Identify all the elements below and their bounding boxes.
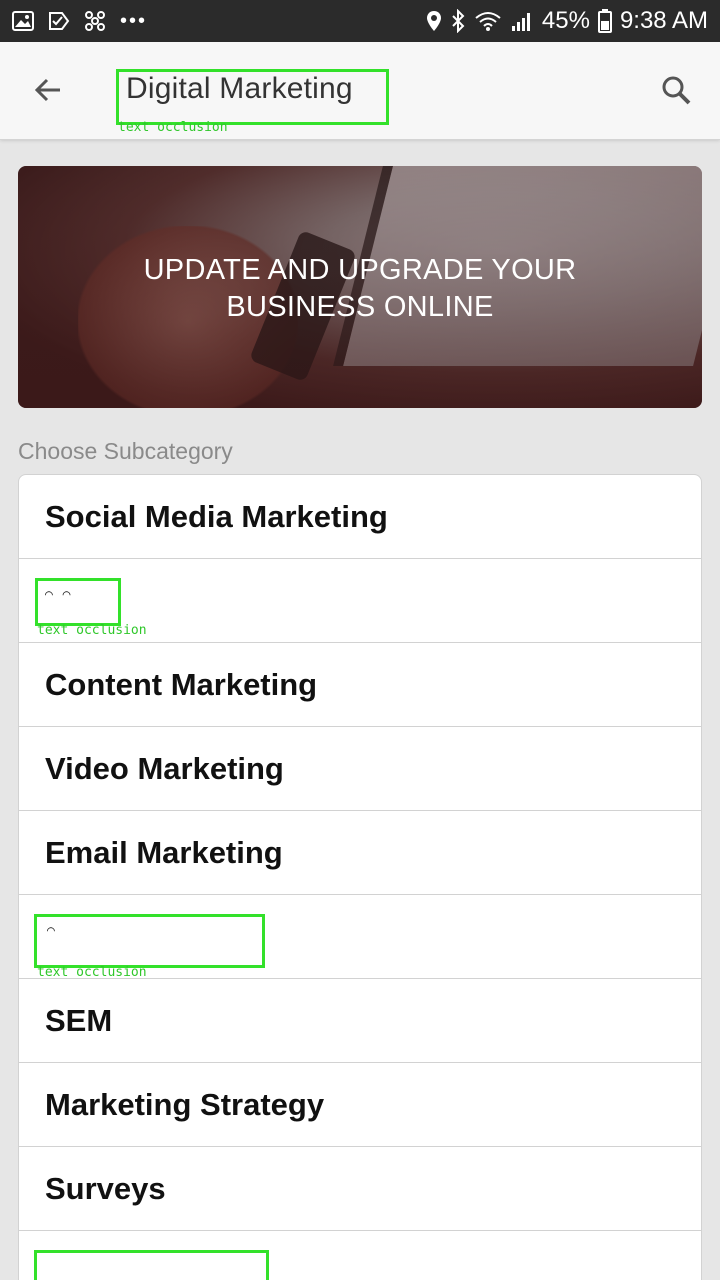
bluetooth-icon	[450, 9, 466, 33]
list-item[interactable]: ⌒ ⌒ text occlusion	[19, 559, 701, 643]
list-item[interactable]: Surveys	[19, 1147, 701, 1231]
list-item-label: Surveys	[45, 1170, 166, 1206]
list-item[interactable]: Email Marketing	[19, 811, 701, 895]
banner-line-1: UPDATE AND UPGRADE YOUR	[143, 254, 577, 286]
signal-icon	[510, 10, 534, 32]
list-item-label: Video Marketing	[45, 750, 284, 786]
section-label: Choose Subcategory	[18, 438, 233, 464]
subcategory-list: Social Media Marketing ⌒ ⌒ text occlusio…	[18, 474, 702, 1280]
list-item-label: Content Marketing	[45, 666, 318, 702]
occlusion-box	[34, 914, 265, 968]
list-item[interactable]: Social Media Marketing	[19, 475, 701, 559]
location-icon	[426, 10, 442, 32]
occlusion-box	[34, 1250, 269, 1280]
fan-icon	[84, 10, 106, 32]
list-item[interactable]: SEM	[19, 979, 701, 1063]
back-button[interactable]	[28, 72, 68, 112]
occlusion-label: text occlusion	[37, 623, 147, 638]
search-button[interactable]	[656, 72, 696, 112]
occlusion-label: text occlusion	[37, 965, 147, 980]
occlusion-box	[35, 578, 121, 626]
list-item[interactable]: Marketing Strategy	[19, 1063, 701, 1147]
list-item[interactable]	[19, 1231, 701, 1280]
arrow-left-icon	[32, 74, 64, 111]
battery-percent: 45%	[541, 7, 590, 34]
app-bar: Digital Marketing text occlusion	[0, 42, 720, 140]
list-item[interactable]: Content Marketing	[19, 643, 701, 727]
banner-headline: UPDATE AND UPGRADE YOUR BUSINESS ONLINE	[18, 252, 702, 326]
list-item-label: SEM	[45, 1002, 113, 1038]
list-item[interactable]: Video Marketing	[19, 727, 701, 811]
occlusion-box	[116, 69, 389, 125]
battery-icon	[597, 9, 612, 33]
status-bar: ••• 45% 9:38 AM	[0, 0, 720, 42]
occluded-text-fragment: ⌒ ⌒	[45, 587, 72, 602]
promo-banner[interactable]: UPDATE AND UPGRADE YOUR BUSINESS ONLINE	[18, 166, 702, 408]
occluded-text-fragment: ⌒	[47, 923, 56, 938]
banner-line-2: BUSINESS ONLINE	[226, 291, 494, 323]
list-item-label: Email Marketing	[45, 834, 283, 870]
clock: 9:38 AM	[619, 7, 708, 34]
task-icon	[48, 11, 70, 31]
search-icon	[660, 74, 692, 111]
list-item-label: Marketing Strategy	[45, 1086, 325, 1122]
image-icon	[12, 11, 34, 31]
occlusion-label: text occlusion	[118, 120, 228, 135]
wifi-icon	[474, 10, 502, 32]
list-item[interactable]: ⌒ text occlusion	[19, 895, 701, 980]
more-dots-icon: •••	[120, 9, 148, 32]
list-item-label: Social Media Marketing	[45, 498, 388, 534]
